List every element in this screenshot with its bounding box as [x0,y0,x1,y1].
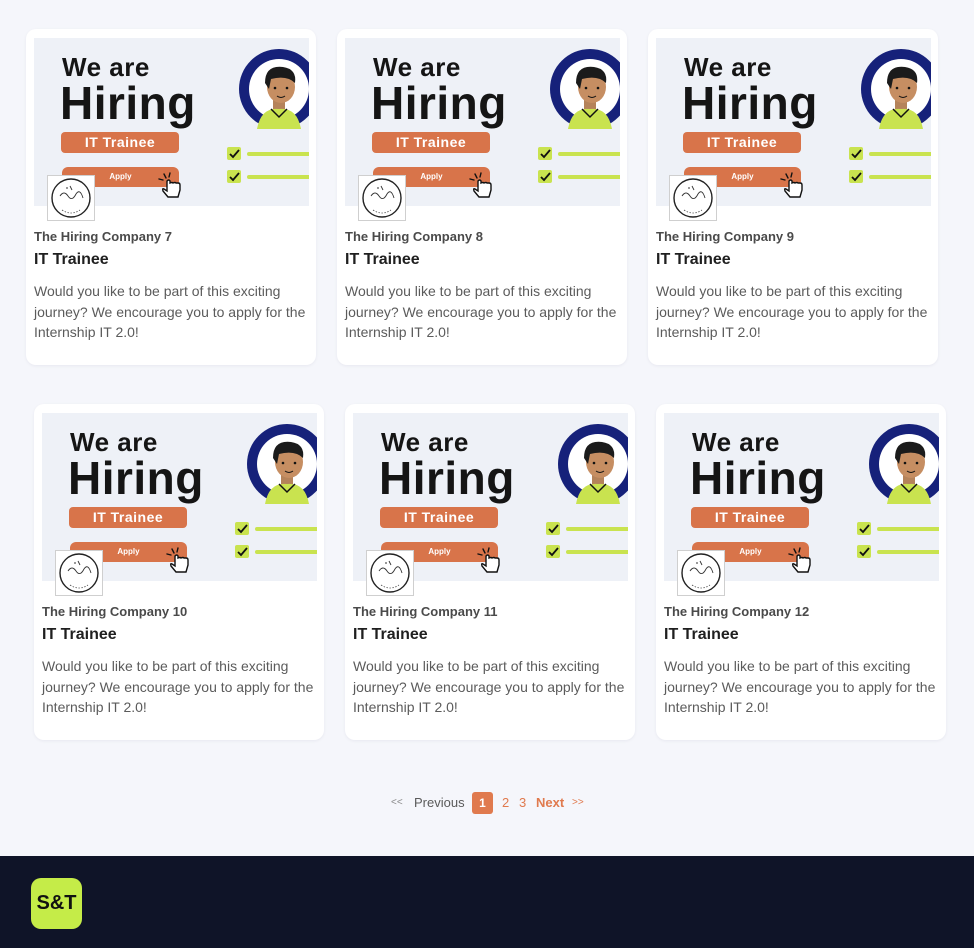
banner-role-pill: IT Trainee [61,132,179,153]
job-title[interactable]: IT Trainee [656,251,731,269]
company-logo [358,175,406,221]
job-title[interactable]: IT Trainee [353,626,428,644]
job-card[interactable]: We are Hiring IT Trainee Apply The Hirin… [337,29,627,365]
job-title[interactable]: IT Trainee [42,626,117,644]
job-description: Would you like to be part of this exciti… [42,658,314,715]
job-card[interactable]: We are Hiring IT Trainee Apply The Hirin… [648,29,938,365]
company-logo [366,550,414,596]
page-3-link[interactable]: 3 [519,792,526,814]
avatar-ring-icon [550,49,620,129]
banner-role-pill: IT Trainee [683,132,801,153]
avatar-ring-icon [247,424,317,504]
avatar-ring-icon [558,424,628,504]
checkmark-icon [849,147,931,183]
job-description: Would you like to be part of this exciti… [656,283,928,340]
job-description: Would you like to be part of this exciti… [353,658,625,715]
job-title[interactable]: IT Trainee [34,251,109,269]
job-description: Would you like to be part of this exciti… [664,658,936,715]
previous-page-link[interactable]: Previous [414,792,465,814]
company-logo [669,175,717,221]
avatar-ring-icon [239,49,309,129]
footer-logo[interactable]: S&T [31,878,82,929]
company-name: The Hiring Company 11 [353,604,498,619]
avatar-ring-icon [869,424,939,504]
checkmark-icon [857,522,939,558]
banner-line2: Hiring [371,77,507,129]
banner-role-pill: IT Trainee [372,132,490,153]
next-page-link[interactable]: Next [536,792,564,814]
job-description: Would you like to be part of this exciti… [345,283,617,340]
checkmark-icon [538,147,620,183]
hand-pointer-icon [166,547,189,573]
banner-line2: Hiring [379,452,515,504]
banner-line2: Hiring [60,77,196,129]
checkmark-icon [227,147,309,183]
pagination: << Previous 1 2 3 Next >> [0,792,974,814]
banner-role-pill: IT Trainee [69,507,187,528]
checkmark-icon [546,522,628,558]
job-title[interactable]: IT Trainee [664,626,739,644]
job-card[interactable]: We are Hiring IT Trainee Apply The Hirin… [656,404,946,740]
company-logo [55,550,103,596]
job-description: Would you like to be part of this exciti… [34,283,306,340]
banner-role-pill: IT Trainee [691,507,809,528]
banner-role-pill: IT Trainee [380,507,498,528]
last-page-arrow[interactable]: >> [572,792,584,814]
first-page-arrow[interactable]: << [391,792,403,814]
hand-pointer-icon [788,547,811,573]
job-card[interactable]: We are Hiring IT Trainee Apply The Hirin… [345,404,635,740]
job-title[interactable]: IT Trainee [345,251,420,269]
company-logo [677,550,725,596]
hand-pointer-icon [158,172,181,198]
hand-pointer-icon [469,172,492,198]
site-footer: S&T [0,856,974,948]
banner-line2: Hiring [68,452,204,504]
banner-line2: Hiring [682,77,818,129]
page-1-link[interactable]: 1 [472,792,493,814]
avatar-ring-icon [861,49,931,129]
company-name: The Hiring Company 8 [345,229,483,244]
checkmark-icon [235,522,317,558]
banner-line2: Hiring [690,452,826,504]
company-name: The Hiring Company 7 [34,229,172,244]
company-logo [47,175,95,221]
page-2-link[interactable]: 2 [502,792,509,814]
company-name: The Hiring Company 10 [42,604,188,619]
company-name: The Hiring Company 9 [656,229,794,244]
job-card[interactable]: We are Hiring IT Trainee Apply The Hirin… [34,404,324,740]
hand-pointer-icon [477,547,500,573]
hand-pointer-icon [780,172,803,198]
job-card[interactable]: We are Hiring IT Trainee Apply The Hirin… [26,29,316,365]
company-name: The Hiring Company 12 [664,604,810,619]
